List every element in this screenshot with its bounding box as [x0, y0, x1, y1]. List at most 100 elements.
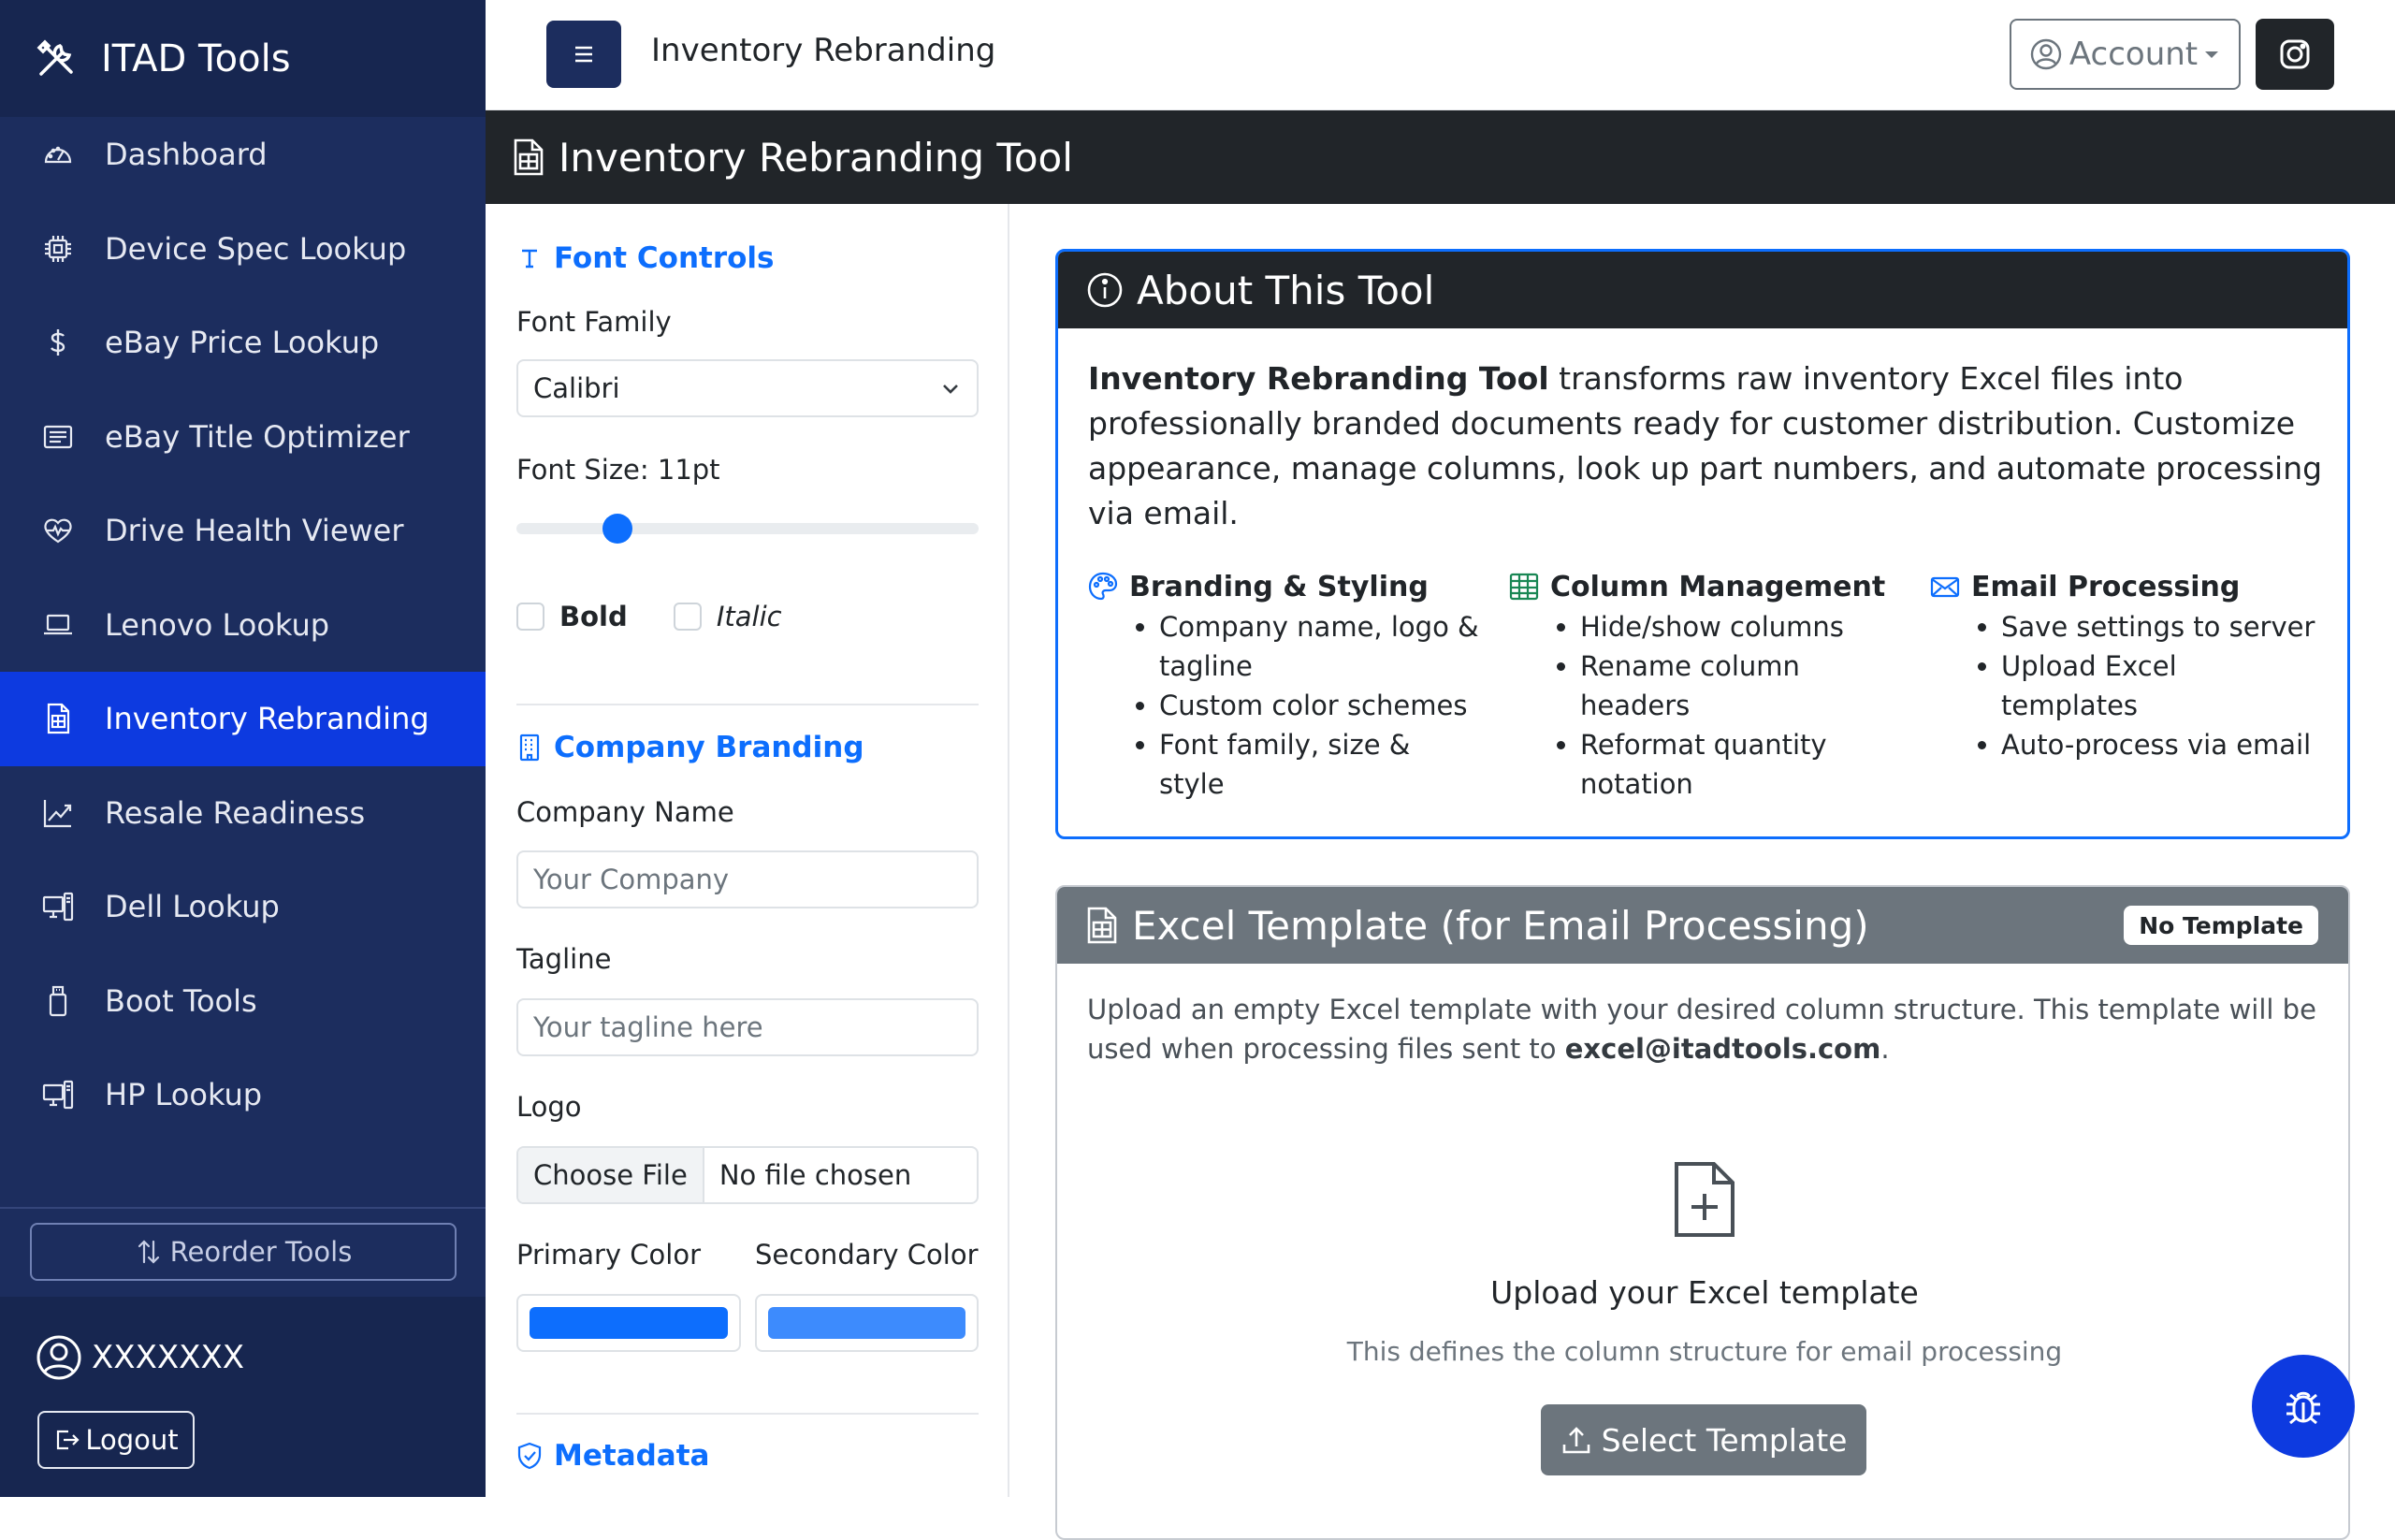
feature-list: Save settings to server Upload Excel tem… [1928, 607, 2321, 764]
font-controls-heading: Font Controls [516, 241, 979, 275]
primary-color-swatch [530, 1307, 728, 1339]
speedometer-icon [39, 136, 77, 173]
select-template-button[interactable]: Select Template [1541, 1404, 1866, 1475]
cpu-icon [39, 230, 77, 268]
tool-title-bar: Inventory Rebranding Tool [486, 110, 2395, 204]
sidebar-item-label: Dashboard [105, 137, 268, 173]
font-size-slider[interactable] [516, 514, 979, 544]
page-title: Inventory Rebranding [651, 32, 996, 69]
about-card: About This Tool Inventory Rebranding Too… [1055, 249, 2350, 839]
sidebar-item-device-spec-lookup[interactable]: Device Spec Lookup [0, 202, 486, 297]
sidebar-item-dell-lookup[interactable]: Dell Lookup [0, 860, 486, 954]
sidebar-item-label: Dell Lookup [105, 889, 280, 925]
list-item: Upload Excel templates [2001, 647, 2321, 725]
secondary-color-picker[interactable] [755, 1294, 979, 1352]
bug-icon [2286, 1391, 2320, 1425]
feature-list: Company name, logo & tagline Custom colo… [1086, 607, 1479, 804]
account-dropdown-button[interactable]: Account [2010, 19, 2241, 90]
sidebar-item-label: eBay Price Lookup [105, 325, 380, 361]
user-circle-icon [36, 1335, 81, 1380]
sidebar-item-label: Boot Tools [105, 982, 257, 1019]
file-plus-icon [1675, 1162, 1735, 1237]
italic-checkbox[interactable]: Italic [673, 601, 782, 632]
info-circle-icon [1087, 272, 1123, 308]
shield-check-icon [517, 1442, 542, 1470]
envelope-icon [1930, 576, 1960, 598]
section-divider [516, 704, 979, 705]
excel-template-card: Excel Template (for Email Processing) No… [1055, 885, 2350, 1540]
sidebar-item-drive-health-viewer[interactable]: Drive Health Viewer [0, 484, 486, 578]
tagline-input[interactable]: Your tagline here [516, 998, 979, 1056]
instagram-button[interactable] [2256, 19, 2334, 90]
topbar: Inventory Rebranding Account [486, 0, 2395, 110]
menu-toggle-button[interactable] [546, 21, 621, 88]
usb-drive-icon [39, 982, 77, 1020]
heart-pulse-icon [39, 512, 77, 549]
list-item: Custom color schemes [1159, 686, 1479, 725]
sidebar: ITAD Tools Dashboard Device Spec Lookup … [0, 0, 486, 1497]
font-family-select[interactable]: Calibri [516, 359, 979, 417]
sidebar-item-dashboard[interactable]: Dashboard [0, 108, 486, 202]
feature-columns: Column Management Hide/show columns Rena… [1507, 570, 1900, 804]
company-branding-heading: Company Branding [516, 731, 979, 764]
bold-checkbox[interactable]: Bold [516, 601, 628, 632]
table-icon [1509, 573, 1539, 601]
settings-panel: Font Controls Font Family Calibri Font S… [486, 204, 1009, 1497]
list-item: Font family, size & style [1159, 725, 1479, 804]
sort-arrows-icon [138, 1240, 159, 1264]
file-status: No file chosen [718, 1159, 912, 1191]
logo-file-input[interactable]: Choose File No file chosen [516, 1146, 979, 1204]
reorder-tools-button[interactable]: Reorder Tools [30, 1223, 457, 1281]
primary-color-picker[interactable] [516, 1294, 741, 1352]
user-circle-icon [2030, 38, 2062, 70]
choose-file-button[interactable]: Choose File [518, 1148, 704, 1202]
logout-button[interactable]: Logout [37, 1411, 195, 1469]
sidebar-item-label: HP Lookup [105, 1077, 263, 1113]
graph-up-icon [39, 794, 77, 832]
sidebar-item-ebay-title-optimizer[interactable]: eBay Title Optimizer [0, 390, 486, 485]
palette-icon [1088, 572, 1118, 601]
upload-icon [1562, 1427, 1589, 1454]
company-name-input[interactable]: Your Company [516, 850, 979, 908]
tagline-label: Tagline [516, 943, 612, 975]
font-style-options: Bold Italic [516, 601, 979, 634]
logo-label: Logo [516, 1091, 582, 1123]
font-family-label: Font Family [516, 306, 672, 338]
chevron-down-icon [943, 385, 958, 394]
secondary-color-label: Secondary Color [755, 1239, 979, 1271]
sidebar-item-inventory-rebranding[interactable]: Inventory Rebranding [0, 672, 486, 766]
sidebar-item-label: Device Spec Lookup [105, 230, 407, 267]
hamburger-icon [575, 46, 592, 63]
brand[interactable]: ITAD Tools [0, 0, 486, 117]
card-text-icon [39, 418, 77, 456]
sidebar-item-hp-lookup[interactable]: HP Lookup [0, 1048, 486, 1142]
template-status-badge: No Template [2124, 906, 2318, 945]
bug-report-button[interactable] [2252, 1355, 2355, 1458]
building-icon [519, 734, 540, 762]
about-description: Inventory Rebranding Tool transforms raw… [1088, 360, 2323, 531]
logout-icon [57, 1430, 80, 1450]
list-item: Auto-process via email [2001, 725, 2321, 764]
user-info: XXXXXXX [36, 1334, 244, 1381]
caret-down-icon [2205, 51, 2219, 58]
sidebar-item-label: Lenovo Lookup [105, 606, 330, 643]
sidebar-item-ebay-price-lookup[interactable]: eBay Price Lookup [0, 296, 486, 390]
sidebar-nav: Dashboard Device Spec Lookup eBay Price … [0, 108, 486, 1142]
list-item: Reformat quantity notation [1580, 725, 1900, 804]
file-spreadsheet-icon [1087, 907, 1117, 944]
list-item: Hide/show columns [1580, 607, 1900, 647]
dollar-icon [39, 324, 77, 361]
spreadsheet-icon [39, 700, 77, 737]
slider-thumb[interactable] [602, 514, 633, 544]
sidebar-item-lenovo-lookup[interactable]: Lenovo Lookup [0, 578, 486, 673]
list-item: Save settings to server [2001, 607, 2321, 647]
sidebar-item-resale-readiness[interactable]: Resale Readiness [0, 766, 486, 861]
upload-subtitle: This defines the column structure for em… [1346, 1336, 2063, 1367]
sidebar-item-label: Resale Readiness [105, 794, 366, 831]
list-item: Company name, logo & tagline [1159, 607, 1479, 686]
pc-display-icon [39, 1076, 77, 1113]
feature-email: Email Processing Save settings to server… [1928, 570, 2321, 764]
sidebar-item-boot-tools[interactable]: Boot Tools [0, 954, 486, 1049]
tools-icon [36, 39, 73, 76]
pc-display-icon [39, 888, 77, 925]
